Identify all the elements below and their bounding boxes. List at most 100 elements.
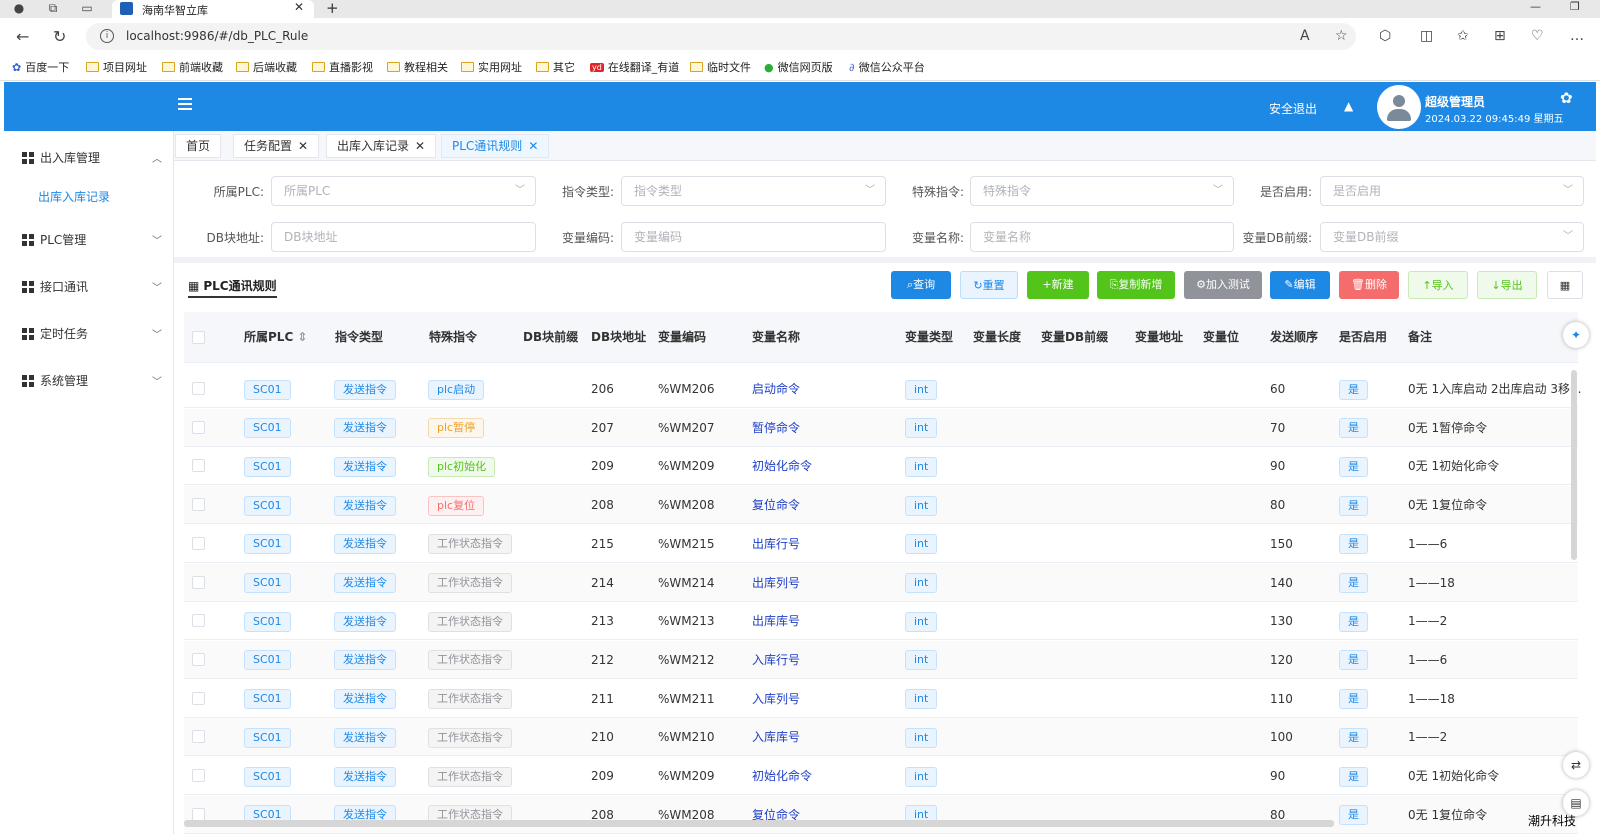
- edit-button[interactable]: ✎编辑: [1270, 271, 1330, 299]
- sidebar-item-plc[interactable]: PLC管理 ﹀: [22, 231, 162, 248]
- tab-task-config[interactable]: 任务配置 ✕: [233, 134, 320, 158]
- bookmark-projects[interactable]: 项目网址: [86, 59, 147, 75]
- more-menu-icon[interactable]: …: [1570, 28, 1584, 44]
- profile-icon[interactable]: ●: [10, 0, 28, 16]
- bookmark-video[interactable]: 直播影视: [312, 59, 373, 75]
- export-button[interactable]: ↓导出: [1477, 271, 1537, 299]
- row-checkbox[interactable]: [192, 614, 205, 628]
- column-settings-button[interactable]: ▦: [1547, 271, 1583, 299]
- tab-records[interactable]: 出库入库记录 ✕: [326, 134, 437, 158]
- floating-assistant-icon[interactable]: ✦: [1563, 322, 1589, 348]
- import-button[interactable]: ↑导入: [1408, 271, 1468, 299]
- minimize-icon[interactable]: —: [1530, 0, 1541, 13]
- special-select[interactable]: 特殊指令 ﹀: [970, 176, 1234, 206]
- bookmark-useful[interactable]: 实用网址: [461, 59, 522, 75]
- table-row[interactable]: SC01 发送指令 工作状态指令 208 %WM208 复位命令 int 80 是 0无 1复位命…: [184, 795, 1578, 834]
- row-checkbox[interactable]: [192, 498, 205, 512]
- cmdtype-select[interactable]: 指令类型 ﹀: [621, 176, 886, 206]
- bookmark-youdao[interactable]: yd 在线翻译_有道: [590, 59, 679, 75]
- bookmark-backend[interactable]: 后端收藏: [236, 59, 297, 75]
- close-icon[interactable]: ✕: [415, 134, 425, 158]
- table-row[interactable]: SC01 发送指令 plc复位 208 %WM208 复位命令 int 80 是 0无 1复位命令: [184, 486, 1578, 525]
- varname-input[interactable]: 变量名称: [970, 222, 1234, 252]
- db-address: 213: [591, 614, 614, 629]
- table-row[interactable]: SC01 发送指令 plc暂停 207 %WM207 暂停命令 int 70 是 0无 1暂停命令: [184, 408, 1578, 447]
- add-button[interactable]: +新建: [1027, 271, 1089, 299]
- table-row[interactable]: SC01 发送指令 plc启动 206 %WM206 启动命令 int 60 是 0无 1入库启动…: [184, 370, 1581, 408]
- db-input[interactable]: DB块地址: [271, 222, 536, 252]
- plc-select[interactable]: 所属PLC ﹀: [271, 176, 536, 206]
- close-icon[interactable]: ✕: [298, 134, 308, 158]
- table-row[interactable]: SC01 发送指令 plc初始化 209 %WM209 初始化命令 int 90 是 0无 1初始…: [184, 447, 1578, 486]
- collections-icon[interactable]: ⊞: [1494, 28, 1506, 44]
- table-row[interactable]: SC01 发送指令 工作状态指令 215 %WM215 出库行号 int 150 是 1——6: [184, 525, 1578, 563]
- vertical-scrollbar[interactable]: [1571, 370, 1577, 560]
- row-checkbox[interactable]: [192, 575, 205, 589]
- row-checkbox[interactable]: [192, 807, 205, 821]
- bookmark-baidu[interactable]: ✿ 百度一下: [12, 59, 69, 75]
- table-row[interactable]: SC01 发送指令 工作状态指令 210 %WM210 入库库号 int 100 是 1——2: [184, 718, 1578, 757]
- back-icon[interactable]: ←: [16, 27, 29, 46]
- select-all-checkbox[interactable]: [192, 331, 205, 344]
- enabled-select[interactable]: 是否启用 ﹀: [1320, 176, 1584, 206]
- restore-icon[interactable]: ❐: [1570, 0, 1580, 13]
- split-screen-icon[interactable]: ◫: [1420, 28, 1433, 44]
- sidebar-subitem-records[interactable]: 出库入库记录: [38, 188, 110, 205]
- query-button[interactable]: ⌕查询: [891, 271, 951, 299]
- bookmark-temp[interactable]: 临时文件: [690, 59, 751, 75]
- workspaces-icon[interactable]: ⧉: [44, 0, 62, 16]
- bookmark-frontend[interactable]: 前端收藏: [162, 59, 223, 75]
- bookmark-wechat-web[interactable]: ● 微信网页版: [764, 59, 833, 75]
- favorite-star-icon[interactable]: ☆: [1335, 28, 1348, 44]
- row-checkbox[interactable]: [192, 769, 205, 782]
- bookmark-tutorials[interactable]: 教程相关: [387, 59, 448, 75]
- table-row[interactable]: SC01 发送指令 工作状态指令 211 %WM211 入库列号 int 110 是 1——18: [184, 680, 1578, 718]
- gear-icon[interactable]: ✿: [1560, 89, 1573, 107]
- tab-home[interactable]: 首页: [175, 134, 222, 158]
- row-checkbox[interactable]: [192, 730, 205, 744]
- add-test-button[interactable]: ⚙加入测试: [1184, 271, 1262, 299]
- bookmark-other[interactable]: 其它: [536, 59, 575, 75]
- read-aloud-icon[interactable]: A: [1300, 28, 1310, 44]
- sort-icon[interactable]: ⇕: [297, 330, 307, 344]
- refresh-icon[interactable]: ↻: [53, 27, 66, 46]
- row-checkbox[interactable]: [192, 536, 205, 550]
- avatar[interactable]: [1377, 85, 1421, 129]
- table-row[interactable]: SC01 发送指令 工作状态指令 212 %WM212 入库行号 int 120 是 1——6: [184, 640, 1578, 679]
- delete-button[interactable]: 🗑删除: [1339, 271, 1399, 299]
- row-checkbox[interactable]: [192, 420, 205, 434]
- sidebar-item-interface[interactable]: 接口通讯 ﹀: [22, 278, 162, 295]
- table-cell: 是: [1339, 718, 1368, 756]
- dbprefix-select[interactable]: 变量DB前缀 ﹀: [1320, 222, 1584, 252]
- row-checkbox[interactable]: [192, 382, 205, 395]
- sidebar-item-schedule[interactable]: 定时任务 ﹀: [22, 325, 162, 342]
- url-text[interactable]: localhost:9986/#/db_PLC_Rule: [126, 29, 308, 43]
- row-checkbox[interactable]: [192, 652, 205, 666]
- tab-plc-rule[interactable]: PLC通讯规则 ✕: [441, 134, 550, 158]
- copy-add-button[interactable]: ⎘复制新增: [1097, 271, 1175, 299]
- row-checkbox[interactable]: [192, 691, 205, 705]
- row-checkbox[interactable]: [192, 459, 205, 473]
- translate-icon[interactable]: ⇄: [1563, 752, 1589, 778]
- bell-icon[interactable]: ▲: [1344, 99, 1353, 113]
- extensions-icon[interactable]: ⬡: [1379, 28, 1391, 44]
- menu-toggle-icon[interactable]: [178, 98, 192, 110]
- close-icon[interactable]: ✕: [528, 134, 538, 158]
- table-row[interactable]: SC01 发送指令 工作状态指令 213 %WM213 出库库号 int 130 是 1——2: [184, 602, 1578, 641]
- varcode-input[interactable]: 变量编码: [621, 222, 886, 252]
- reset-button[interactable]: ↻重置: [960, 271, 1018, 299]
- bookmark-wechat-mp[interactable]: ∂ 微信公众平台: [849, 59, 925, 75]
- sidebar-item-inout[interactable]: 出入库管理 ︿: [22, 149, 162, 166]
- sidebar-item-system[interactable]: 系统管理 ﹀: [22, 372, 162, 389]
- tab-close-icon[interactable]: ✕: [294, 0, 304, 14]
- horizontal-scrollbar[interactable]: [184, 820, 1334, 827]
- table-row[interactable]: SC01 发送指令 工作状态指令 209 %WM209 初始化命令 int 90 是 0无 1初始…: [184, 757, 1578, 795]
- table-row[interactable]: SC01 发送指令 工作状态指令 214 %WM214 出库列号 int 140 是 1——18: [184, 563, 1578, 602]
- favorites-icon[interactable]: ✩: [1457, 28, 1469, 44]
- col-plc[interactable]: 所属PLC ⇕: [244, 312, 308, 363]
- new-tab-icon[interactable]: +: [326, 0, 339, 17]
- site-info-icon[interactable]: i: [100, 29, 114, 43]
- logout-button[interactable]: 安全退出: [1269, 100, 1317, 117]
- tab-actions-icon[interactable]: ▭: [78, 0, 96, 16]
- browser-essentials-icon[interactable]: ♡: [1531, 28, 1544, 44]
